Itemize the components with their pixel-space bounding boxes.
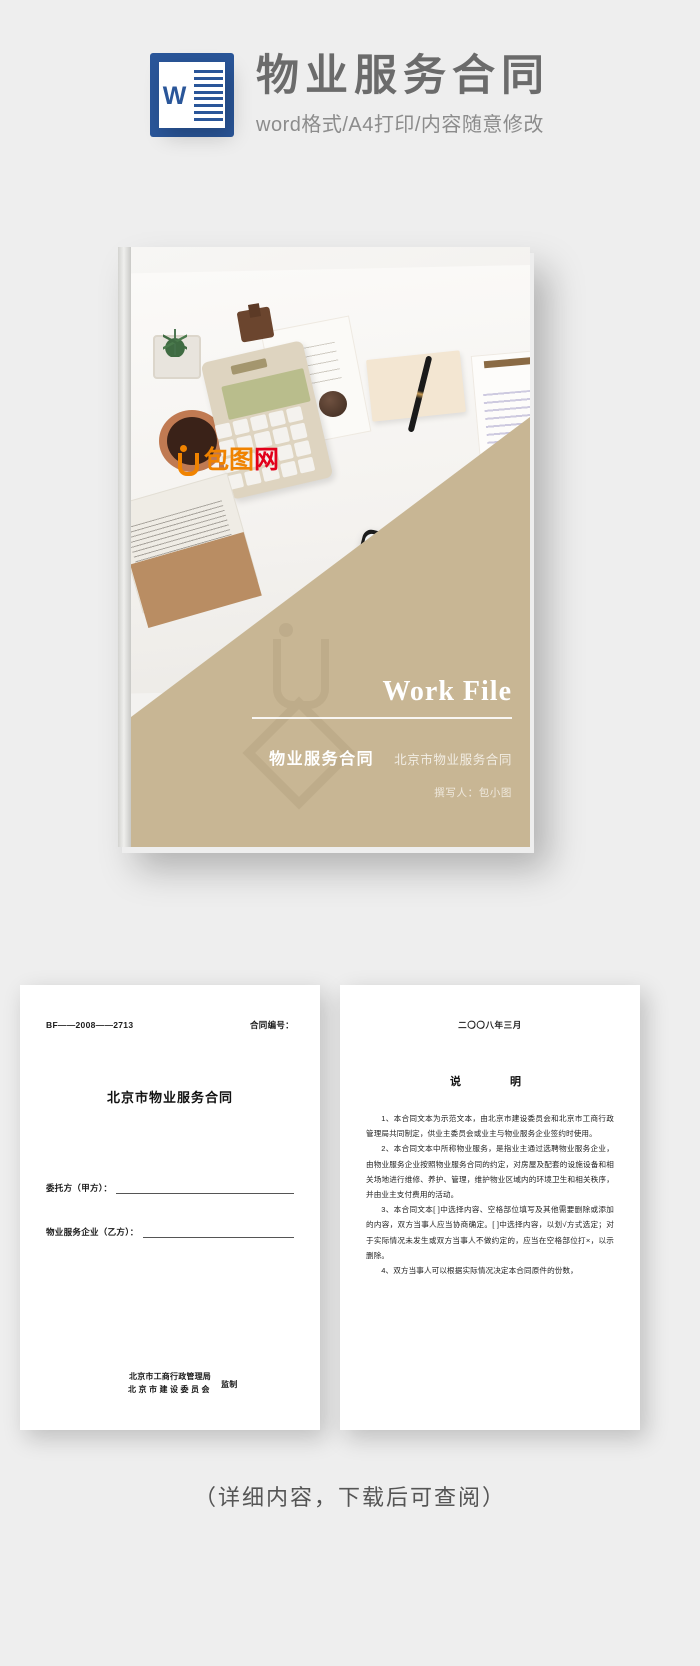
contract-title: 北京市物业服务合同	[106, 1090, 233, 1105]
cover-worktitle-block: Work File	[252, 676, 512, 719]
brand-char-1: 包	[204, 445, 230, 474]
footer-seal-label: 监制	[221, 1380, 238, 1390]
contract-code: BF——2008——2713	[46, 1020, 134, 1030]
footer-authority-1: 北京市工商行政管理局 监制	[129, 1371, 237, 1389]
page-subtitle: word格式/A4打印/内容随意修改	[256, 113, 544, 136]
brand-logo: 包图网	[175, 445, 280, 476]
footer-note: （详细内容，下载后可查阅）	[193, 1485, 506, 1510]
note-section-body: 1、本合同文本为示范文本，由北京市建设委员会和北京市工商行政管理局共同制定，供业…	[366, 1111, 614, 1278]
document-page-2: 二〇〇八年三月 说 明 1、本合同文本为示范文本，由北京市建设委员会和北京市工商…	[340, 985, 640, 1430]
footer-authority-2: 北京市建设委员会	[128, 1384, 212, 1394]
note-paragraph: 4、双方当事人可以根据实际情况决定本合同原件的份数，	[381, 1265, 578, 1275]
word-icon-lines	[194, 70, 223, 121]
note-section-title: 说 明	[450, 1076, 530, 1088]
field-party-b-rule	[142, 1227, 294, 1238]
field-party-b: 物业服务企业（乙方）：	[46, 1226, 294, 1238]
succulent-icon	[161, 327, 189, 357]
word-document-icon: W	[150, 53, 234, 137]
cover-divider	[252, 716, 512, 719]
cover-title-row: 物业服务合同 北京市物业服务合同	[131, 745, 512, 769]
book-spine	[118, 247, 131, 847]
field-party-b-label: 物业服务企业（乙方）：	[46, 1227, 139, 1237]
header-text-block: 物业服务合同 word格式/A4打印/内容随意修改	[256, 53, 550, 136]
cover-title-sub: 北京市物业服务合同	[394, 753, 512, 767]
wooden-knob	[319, 391, 347, 417]
cover-mockup: Pay Invoice 包图网 Work File 物业服务合同 北京市	[118, 247, 530, 847]
page1-footer: 北京市工商行政管理局 监制 北京市建设委员会	[20, 1371, 320, 1396]
page1-topline: BF——2008——2713 合同编号：	[46, 1019, 294, 1031]
cover-work-file: Work File	[382, 676, 512, 707]
book-cover: Pay Invoice 包图网 Work File 物业服务合同 北京市	[131, 247, 530, 847]
brand-char-3: 网	[254, 445, 280, 474]
brand-char-2: 图	[229, 445, 255, 474]
page-title: 物业服务合同	[256, 52, 550, 101]
field-party-a-label: 委托方（甲方）：	[46, 1183, 113, 1193]
note-paragraph: 2、本合同文本中所称物业服务，是指业主通过选聘物业服务企业，由物业服务企业按照物…	[366, 1144, 614, 1199]
field-party-a: 委托方（甲方）：	[46, 1182, 294, 1194]
brand-logo-text: 包图网	[204, 445, 280, 474]
contract-number-label: 合同编号：	[249, 1020, 294, 1030]
word-icon-letter: W	[162, 82, 187, 110]
cover-title-main: 物业服务合同	[269, 751, 375, 768]
document-preview-pages: BF——2008——2713 合同编号： 北京市物业服务合同 委托方（甲方）： …	[0, 985, 700, 1445]
document-page-1: BF——2008——2713 合同编号： 北京市物业服务合同 委托方（甲方）： …	[20, 985, 320, 1430]
wooden-stamp-top	[247, 303, 262, 318]
cover-author: 撰写人：包小图	[434, 787, 512, 799]
baotu-logo-icon	[175, 445, 199, 476]
page-header: W 物业服务合同 word格式/A4打印/内容随意修改	[0, 0, 700, 190]
note-paragraph: 3、本合同文本[ ]中选择内容、空格部位填写及其他需要删除或添加的内容，双方当事…	[366, 1205, 614, 1260]
document-date: 二〇〇八年三月	[458, 1020, 522, 1030]
field-party-a-rule	[116, 1183, 294, 1194]
note-paragraph: 1、本合同文本为示范文本，由北京市建设委员会和北京市工商行政管理局共同制定，供业…	[366, 1114, 614, 1139]
